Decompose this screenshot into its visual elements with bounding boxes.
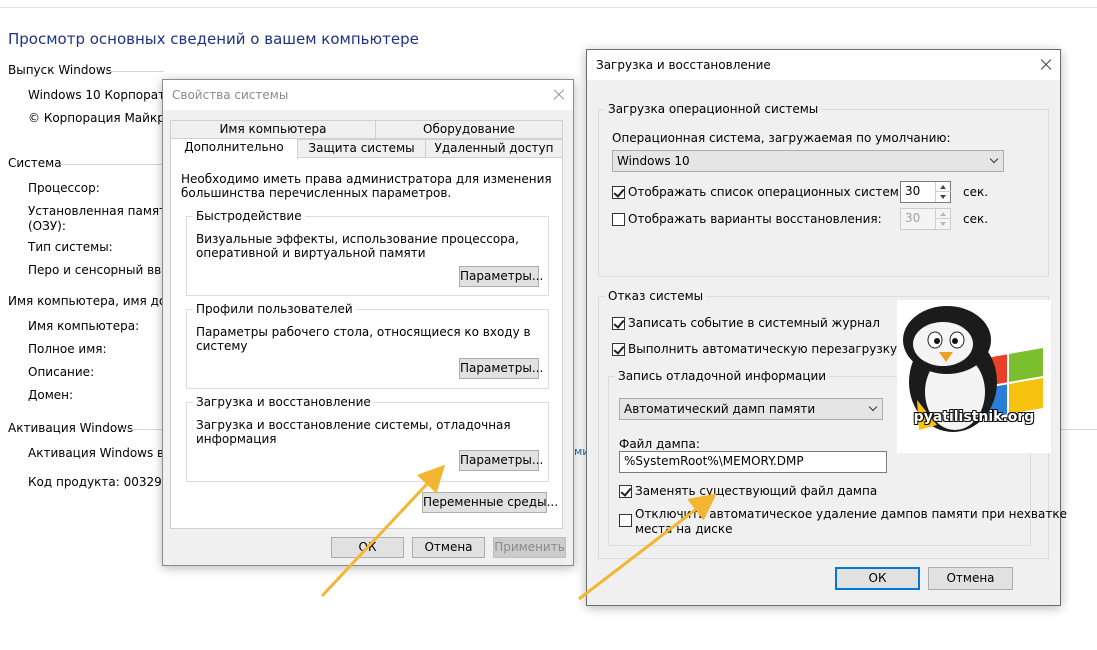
- computer-name-label: Имя компьютера:: [28, 319, 140, 333]
- show-recovery-seconds[interactable]: 30: [900, 208, 951, 230]
- tab-panel-advanced: Необходимо иметь права администратора дл…: [170, 157, 563, 529]
- dialog-titlebar: Загрузка и восстановление: [587, 50, 1060, 80]
- spin-buttons: [935, 209, 951, 229]
- spin-down-icon[interactable]: [936, 219, 951, 229]
- section-computer-name: Имя компьютера, имя доме: [8, 294, 183, 308]
- default-os-value: Windows 10: [617, 154, 690, 168]
- show-recovery-checkbox[interactable]: [612, 213, 625, 226]
- system-type-label: Тип системы:: [28, 240, 113, 254]
- copyright: © Корпорация Майкрос: [28, 111, 179, 125]
- section-divider: [121, 429, 164, 430]
- tab-remote[interactable]: Удаленный доступ: [425, 139, 563, 158]
- debug-info-label: Запись отладочной информации: [615, 369, 830, 383]
- startup-recovery-label: Загрузка и восстановление: [193, 395, 374, 409]
- dialog-ok-button[interactable]: ОК: [835, 567, 920, 590]
- apply-button[interactable]: Применить: [493, 537, 566, 558]
- edition-name: Windows 10 Корпоратив: [28, 88, 180, 102]
- chevron-down-icon: [868, 402, 878, 412]
- chevron-down-icon: [989, 154, 999, 164]
- admin-note: Необходимо иметь права администратора дл…: [181, 172, 552, 200]
- os-boot-label: Загрузка операционной системы: [605, 102, 822, 116]
- dump-file-input[interactable]: %SystemRoot%\MEMORY.DMP: [619, 451, 887, 473]
- titlebar: Свойства системы: [163, 80, 573, 110]
- section-divider: [1060, 429, 1097, 430]
- show-os-list-label: Отображать список операционных систем:: [628, 185, 903, 199]
- startup-recovery-group: Загрузка и восстановление Загрузка и вос…: [186, 395, 549, 482]
- page-title: Просмотр основных сведений о вашем компь…: [8, 30, 419, 48]
- window-body: Имя компьютера Оборудование Дополнительн…: [163, 110, 573, 565]
- startup-recovery-text: Загрузка и восстановление системы, отлад…: [196, 418, 511, 446]
- disable-autodelete-label-2: места на диске: [635, 522, 733, 536]
- disable-autodelete-checkbox[interactable]: [619, 514, 632, 527]
- show-os-list-seconds-value: 30: [905, 184, 921, 198]
- window-title: Свойства системы: [172, 88, 289, 102]
- spin-buttons: [935, 182, 951, 202]
- section-edition: Выпуск Windows: [8, 63, 112, 77]
- description-label: Описание:: [28, 365, 95, 379]
- performance-group: Быстродействие Визуальные эффекты, испол…: [186, 209, 549, 296]
- auto-restart-checkbox[interactable]: [612, 343, 625, 356]
- close-icon[interactable]: [548, 84, 570, 106]
- ok-button[interactable]: ОК: [331, 537, 404, 558]
- section-activation: Активация Windows: [8, 421, 134, 435]
- sec-unit-label: сек.: [963, 185, 989, 199]
- watermark-text: pyatilistnik.org: [913, 409, 1035, 425]
- performance-label: Быстродействие: [193, 209, 305, 223]
- dump-type-value: Автоматический дамп памяти: [624, 402, 816, 416]
- dialog-cancel-button[interactable]: Отмена: [928, 567, 1013, 590]
- close-icon[interactable]: [1035, 54, 1057, 76]
- spin-up-icon[interactable]: [936, 182, 951, 192]
- user-profiles-group: Профили пользователей Параметры рабочего…: [186, 302, 549, 389]
- disable-autodelete-label: Отключить автоматическое удаление дампов…: [635, 507, 1067, 521]
- system-properties-window: Свойства системы Имя компьютера Оборудов…: [162, 79, 574, 566]
- spin-up-icon[interactable]: [936, 209, 951, 219]
- spin-down-icon[interactable]: [936, 192, 951, 202]
- startup-recovery-settings-button[interactable]: Параметры...: [459, 450, 543, 471]
- sec-unit-label: сек.: [963, 212, 989, 226]
- overwrite-dump-label: Заменять существующий файл дампа: [635, 484, 878, 498]
- watermark-logo: pyatilistnik.org: [897, 300, 1051, 453]
- write-event-checkbox[interactable]: [612, 317, 625, 330]
- user-profiles-settings-button[interactable]: Параметры...: [459, 358, 543, 379]
- section-system: Система: [8, 156, 62, 170]
- tab-system-protection[interactable]: Защита системы: [297, 139, 426, 158]
- section-divider: [106, 71, 164, 72]
- section-divider: [60, 164, 164, 165]
- auto-restart-label: Выполнить автоматическую перезагрузку: [628, 342, 898, 356]
- tab-computer-name[interactable]: Имя компьютера: [170, 120, 376, 139]
- write-event-label: Записать событие в системный журнал: [628, 316, 880, 330]
- tab-advanced[interactable]: Дополнительно: [170, 138, 298, 159]
- performance-text: Визуальные эффекты, использование процес…: [196, 232, 519, 260]
- show-os-list-seconds[interactable]: 30: [900, 181, 951, 203]
- show-os-list-checkbox[interactable]: [612, 186, 625, 199]
- user-profiles-label: Профили пользователей: [193, 302, 356, 316]
- top-divider: [0, 7, 1097, 8]
- default-os-label: Операционная система, загружаемая по умо…: [612, 131, 951, 145]
- performance-settings-button[interactable]: Параметры...: [459, 266, 543, 287]
- tab-hardware[interactable]: Оборудование: [375, 120, 563, 139]
- user-profiles-text: Параметры рабочего стола, относящиеся ко…: [196, 325, 531, 353]
- default-os-select[interactable]: Windows 10: [612, 150, 1004, 172]
- system-failure-label: Отказ системы: [605, 289, 707, 303]
- penguin-logo-icon: [897, 300, 1051, 453]
- activation-status: Активация Windows вып: [28, 446, 182, 460]
- dialog-title: Загрузка и восстановление: [596, 58, 771, 72]
- show-recovery-seconds-value: 30: [905, 211, 921, 225]
- dump-file-label: Файл дампа:: [619, 437, 700, 451]
- dump-type-select[interactable]: Автоматический дамп памяти: [619, 398, 883, 420]
- show-recovery-label: Отображать варианты восстановления:: [628, 212, 882, 226]
- full-name-label: Полное имя:: [28, 342, 107, 356]
- pen-touch-label: Перо и сенсорный ввод: [28, 263, 177, 277]
- memory-label-2: (ОЗУ):: [28, 219, 66, 233]
- processor-label: Процессор:: [28, 181, 100, 195]
- cancel-button[interactable]: Отмена: [412, 537, 485, 558]
- environment-variables-button[interactable]: Переменные среды...: [422, 492, 558, 513]
- domain-label: Домен:: [28, 388, 74, 402]
- os-boot-group: Загрузка операционной системы Операционн…: [598, 102, 1049, 277]
- overwrite-dump-checkbox[interactable]: [619, 485, 632, 498]
- memory-label: Установленная память: [28, 204, 174, 218]
